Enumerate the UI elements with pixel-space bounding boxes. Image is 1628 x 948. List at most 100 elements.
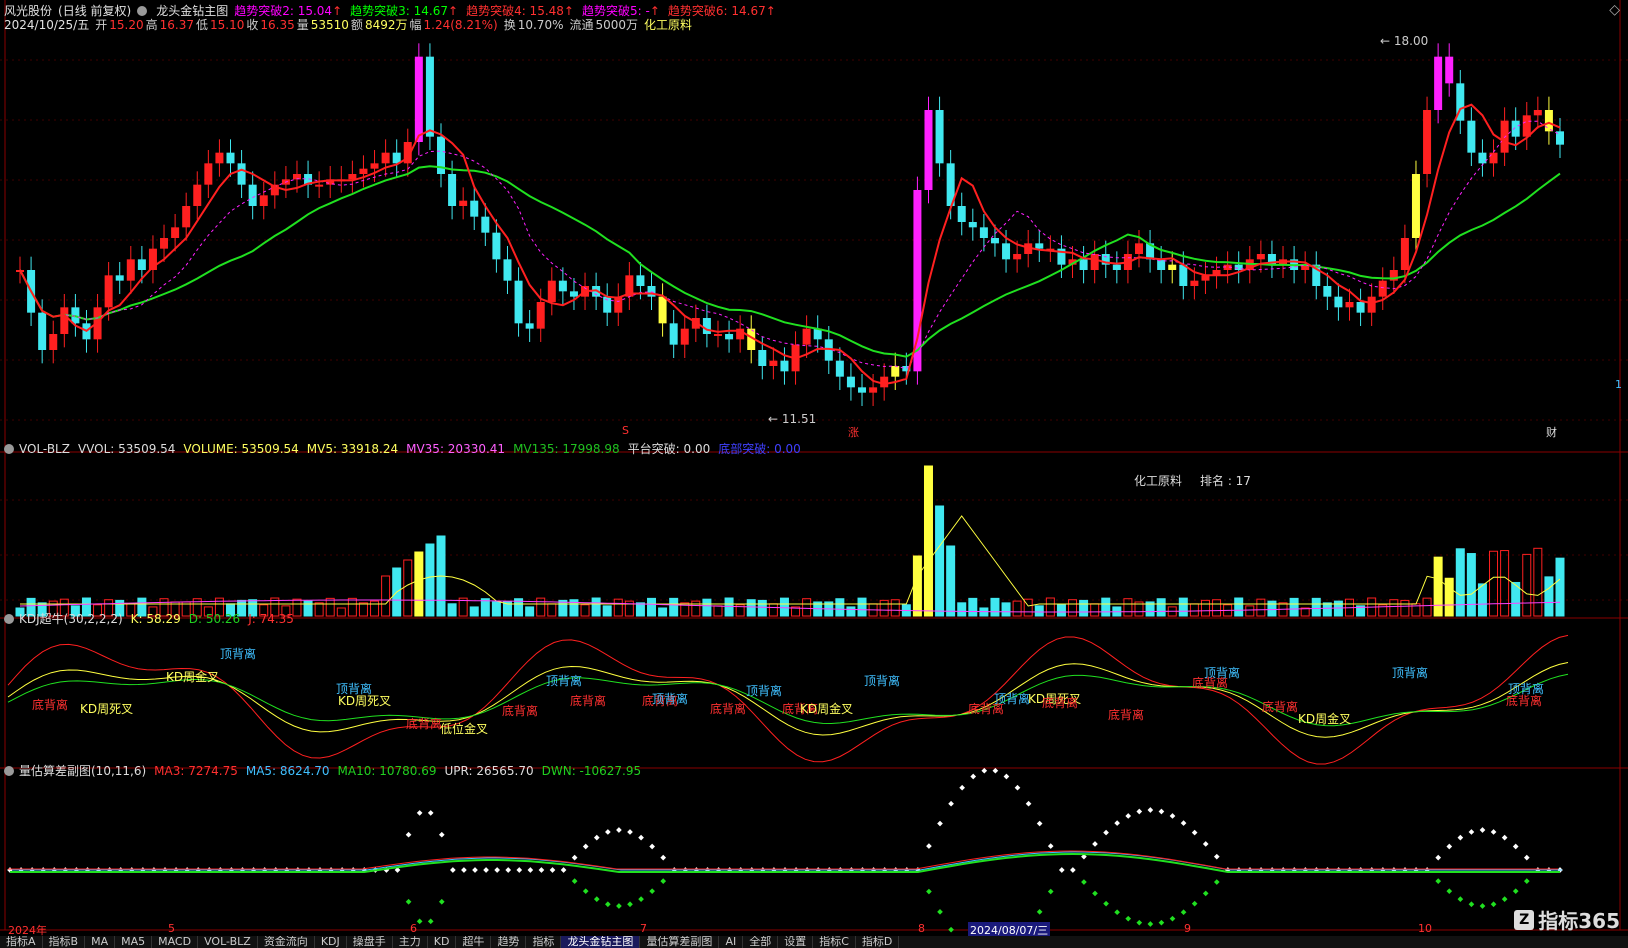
upr-dot — [660, 854, 667, 861]
volume-bar — [1178, 597, 1188, 617]
dwn-dot — [438, 898, 445, 905]
brand-logo: Z 指标365 — [1514, 905, 1620, 934]
bottom-tab[interactable]: 指标A — [0, 936, 43, 948]
bottom-tab[interactable]: 指标C — [813, 936, 856, 948]
upr-dot — [472, 867, 478, 873]
dwn-dot — [1047, 888, 1054, 895]
vol-title[interactable]: VOL-BLZ — [19, 442, 70, 456]
kdj-annotation: 底背离 — [1506, 694, 1543, 708]
header-row-2: 2024/10/25/五 开 15.20 高 16.37 低 15.10 收 1… — [4, 16, 692, 33]
kdj-annotation: KD周死叉 — [338, 694, 392, 708]
candle-body — [835, 360, 844, 377]
upr-dot — [582, 843, 589, 850]
ma-magenta-line — [19, 120, 1561, 370]
upr-dot — [1136, 808, 1143, 815]
bottom-tab[interactable]: VOL-BLZ — [198, 936, 258, 948]
bottom-tab[interactable]: 资金流向 — [258, 936, 315, 948]
bottom-tab[interactable]: 趋势 — [491, 936, 527, 948]
bottom-tab[interactable]: 龙头金钻主图 — [561, 936, 641, 948]
bottom-tab[interactable]: MACD — [152, 936, 199, 948]
bottom-tab[interactable]: 指标D — [856, 936, 900, 948]
vol-volume: VOLUME: 53509.54 — [183, 441, 299, 456]
kdj-j: J: 74.35 — [248, 611, 294, 626]
bottom-tab[interactable]: 设置 — [778, 936, 814, 948]
bottom-tab[interactable]: 操盘手 — [347, 936, 393, 948]
bottom-tab[interactable]: 量估算差副图 — [640, 936, 720, 948]
upr-dot — [1103, 829, 1109, 836]
chart-canvas[interactable] — [0, 0, 1628, 948]
volume-bar — [1444, 577, 1454, 617]
candle-body — [115, 275, 124, 281]
est-gear-icon[interactable] — [4, 764, 17, 778]
kdj-annotation: KD周金叉 — [166, 670, 220, 684]
candle-body — [204, 163, 213, 185]
candle-body — [869, 387, 878, 393]
est-ma3: MA3: 7274.75 — [154, 763, 238, 778]
upr-dot — [1457, 834, 1464, 841]
bottom-tab[interactable]: AI — [719, 936, 744, 948]
dwn-dot — [1202, 890, 1209, 897]
bottom-tab[interactable]: 超牛 — [456, 936, 492, 948]
bottom-tab[interactable]: 指标B — [43, 936, 86, 948]
kdj-annotation: 顶背离 — [546, 674, 583, 688]
upr-dot — [450, 867, 456, 873]
candle-body — [1423, 110, 1432, 174]
kdj-annotation: 底背离 — [710, 702, 747, 716]
volume-bar — [1489, 550, 1499, 617]
vol-bottom: 底部突破: 0.00 — [718, 442, 801, 456]
candle-body — [503, 259, 512, 281]
vol-sector-label: 化工原料 — [1134, 474, 1183, 488]
candle-body — [1190, 280, 1199, 286]
bottom-tab[interactable]: 主力 — [393, 936, 428, 948]
kdj-panel-header: KDJ超牛(30,2,2,2) K: 58.29 D: 50.26 J: 74.… — [4, 610, 294, 627]
bottom-tab[interactable]: MA — [85, 936, 116, 948]
candle-body — [1079, 259, 1088, 270]
candle-body — [957, 206, 966, 222]
candle-body — [1511, 120, 1520, 137]
kdj-annotation: 顶背离 — [1204, 666, 1241, 680]
cai-badge[interactable]: 财 — [1546, 424, 1557, 440]
sector-label[interactable]: 化工原料 — [644, 16, 692, 33]
volume-bar — [669, 597, 679, 617]
kdj-annotation: 底背离 — [1262, 700, 1299, 714]
collapse-icon[interactable]: ◇ — [1609, 2, 1620, 18]
volume-bar — [1200, 599, 1210, 617]
kdj-title[interactable]: KDJ超牛(30,2,2,2) — [19, 610, 123, 627]
volume-bar — [1068, 599, 1078, 617]
volume-bar — [912, 555, 922, 617]
candle-body — [669, 323, 678, 345]
upr-dot — [1479, 827, 1486, 833]
candle-body — [315, 184, 324, 187]
est-title[interactable]: 量估算差副图(10,11,6) — [19, 762, 146, 779]
bottom-tab[interactable]: KD — [428, 936, 457, 948]
s-badge[interactable]: S — [622, 424, 629, 437]
vol-gear-icon[interactable] — [4, 442, 17, 456]
candle-body — [104, 275, 113, 308]
vol-mv35: MV35: 20330.41 — [406, 441, 506, 456]
up-arrow-icon: ↑ — [765, 4, 776, 18]
turnover-value: 10.70% — [517, 17, 564, 32]
kdj-d: D: 50.26 — [188, 611, 241, 626]
volume-bar — [968, 597, 978, 617]
change-value: 1.24(8.21%) — [423, 17, 498, 32]
dwn-dot — [1468, 901, 1475, 908]
bottom-tab[interactable]: KDJ — [315, 936, 347, 948]
low-value: 15.10 — [209, 17, 245, 32]
upr-dot — [1490, 829, 1497, 835]
kdj-gear-icon[interactable] — [4, 612, 17, 626]
volume-bar — [381, 575, 391, 617]
volume-bar — [1433, 556, 1443, 617]
upr-dot — [948, 800, 954, 807]
volume-bar — [1544, 576, 1554, 617]
upr-dot — [1501, 834, 1508, 841]
volume-bar — [1090, 603, 1100, 617]
zhang-badge[interactable]: 涨 — [848, 424, 859, 440]
dwn-dot — [616, 903, 622, 909]
upr-dot — [1180, 820, 1187, 826]
volume-bar — [425, 543, 435, 617]
candle-body — [614, 296, 623, 313]
bottom-tab[interactable]: 指标 — [526, 936, 562, 948]
volume-bar — [591, 597, 601, 617]
bottom-tab[interactable]: MA5 — [115, 936, 153, 948]
bottom-tab[interactable]: 全部 — [743, 936, 779, 948]
